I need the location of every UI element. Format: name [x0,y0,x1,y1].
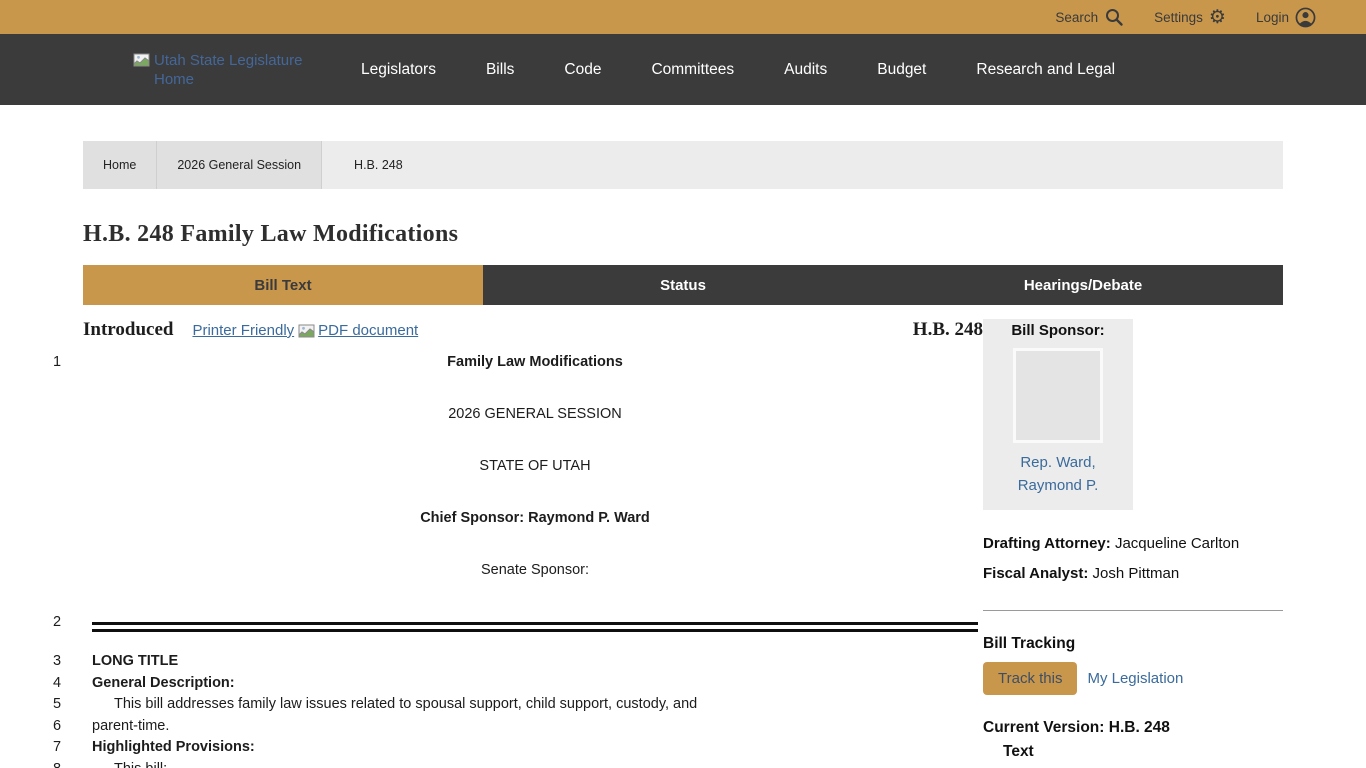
main-nav: Utah State Legislature Home Legislators … [0,34,1366,105]
bill-line-text: parent-time. [92,716,983,738]
version-list-item: Introduced (Currently Displayed) [983,764,1283,768]
bill-line-text: 2026 GENERAL SESSION [92,404,983,425]
breadcrumb: Home 2026 General Session H.B. 248 [83,141,1283,189]
login-button[interactable]: Login [1256,7,1316,28]
bill-line-text: Chief Sponsor: Raymond P. Ward [92,508,983,529]
bill-tabs: Bill Text Status Hearings/Debate [83,265,1283,305]
bill-tracking-controls: Track this My Legislation [983,662,1283,695]
settings-label: Settings [1154,10,1203,25]
bill-document-links: Printer Friendly PDF document [192,322,418,342]
bill-line-text: Family Law Modifications [92,352,983,373]
bill-line: 2026 GENERAL SESSION [40,404,983,425]
drafting-attorney-row: Drafting Attorney: Jacqueline Carlton [983,529,1283,559]
page-title: H.B. 248 Family Law Modifications [83,221,1366,248]
bill-line-text: This bill: [92,759,983,768]
line-number: 5 [40,694,92,716]
current-version-heading: Current Version: H.B. 248 Text [983,716,1283,764]
line-number: 4 [40,673,92,695]
current-version-line1: Current Version: H.B. 248 [983,716,1283,740]
bill-line-text: General Description: [92,673,983,695]
search-label: Search [1055,10,1098,25]
bill-text-header: Introduced Printer Friendly PDF document… [83,319,983,345]
bill-line: STATE OF UTAH [40,456,983,477]
nav-item-code[interactable]: Code [564,61,601,79]
nav-item-legislators[interactable]: Legislators [361,61,436,79]
fiscal-analyst-row: Fiscal Analyst: Josh Pittman [983,559,1283,589]
bill-line: 4 General Description: [40,673,983,695]
line-number: 2 [40,612,92,638]
bill-sponsor-card: Bill Sponsor: Rep. Ward, Raymond P. [983,319,1133,510]
nav-item-audits[interactable]: Audits [784,61,827,79]
login-label: Login [1256,10,1289,25]
nav-item-research-and-legal[interactable]: Research and Legal [976,61,1115,79]
nav-item-committees[interactable]: Committees [651,61,734,79]
pdf-alt-text: PDF document [318,322,418,339]
track-this-button[interactable]: Track this [983,662,1077,695]
line-number [40,456,92,477]
pdf-document-link[interactable]: PDF document [298,322,418,342]
sponsor-photo-placeholder [1013,348,1103,443]
line-number: 6 [40,716,92,738]
broken-image-icon [133,53,150,72]
nav-item-budget[interactable]: Budget [877,61,926,79]
current-version-line2: Text [983,740,1283,764]
bill-line: 7 Highlighted Provisions: [40,737,983,759]
drafting-attorney-label: Drafting Attorney: [983,535,1111,552]
bill-line-separator: 2 [40,612,983,638]
line-number: 7 [40,737,92,759]
fiscal-analyst-name: Josh Pittman [1093,565,1180,582]
bill-version-heading: Introduced [83,319,173,341]
bill-sponsor-label: Bill Sponsor: [983,322,1133,339]
logo-alt-text: Utah State Legislature Home [154,51,305,89]
my-legislation-link[interactable]: My Legislation [1087,670,1183,687]
printer-friendly-link[interactable]: Printer Friendly [192,322,294,339]
bill-line-text: LONG TITLE [92,651,983,673]
double-rule [92,622,978,632]
sponsor-link[interactable]: Rep. Ward, Raymond P. [983,451,1133,497]
breadcrumb-current-bill: H.B. 248 [322,141,423,189]
bill-line: 5 This bill addresses family law issues … [40,694,983,716]
bill-line: Senate Sponsor: [40,560,983,581]
bill-line: 8 This bill: [40,759,983,768]
broken-image-icon [298,324,315,342]
line-number: 3 [40,651,92,673]
breadcrumb-home[interactable]: Home [83,141,157,189]
breadcrumb-session[interactable]: 2026 General Session [157,141,322,189]
tab-status[interactable]: Status [483,265,883,305]
line-number: 1 [40,352,92,373]
user-icon [1295,7,1316,28]
line-number [40,508,92,529]
bill-tracking-heading: Bill Tracking [983,635,1283,653]
nav-items: Legislators Bills Code Committees Audits… [361,61,1115,79]
legislature-home-link[interactable]: Utah State Legislature Home [133,51,305,89]
settings-button[interactable]: Settings ⚙ [1154,8,1226,27]
bill-line-text: This bill addresses family law issues re… [92,694,983,716]
utility-bar: Search Settings ⚙ Login [0,0,1366,34]
line-number [40,560,92,581]
bill-line: 6 parent-time. [40,716,983,738]
bill-number: H.B. 248 [913,319,983,341]
bill-line-text: Senate Sponsor: [92,560,983,581]
bill-sidebar: Bill Sponsor: Rep. Ward, Raymond P. Draf… [983,319,1283,768]
bill-line: 3 LONG TITLE [40,651,983,673]
bill-text-panel: Introduced Printer Friendly PDF document… [40,319,983,768]
search-button[interactable]: Search [1055,7,1124,27]
tab-hearings-debate[interactable]: Hearings/Debate [883,265,1283,305]
sidebar-divider [983,610,1283,611]
fiscal-analyst-label: Fiscal Analyst: [983,565,1088,582]
gear-icon: ⚙ [1209,8,1226,27]
drafting-attorney-name: Jacqueline Carlton [1115,535,1239,552]
line-number: 8 [40,759,92,768]
line-number [40,404,92,425]
bill-line-text: Highlighted Provisions: [92,737,983,759]
bill-line: Chief Sponsor: Raymond P. Ward [40,508,983,529]
search-icon [1104,7,1124,27]
bill-line-rule-container [92,612,983,638]
bill-line-text: STATE OF UTAH [92,456,983,477]
bill-line: 1 Family Law Modifications [40,352,983,373]
nav-item-bills[interactable]: Bills [486,61,514,79]
tab-bill-text[interactable]: Bill Text [83,265,483,305]
bill-staff-info: Drafting Attorney: Jacqueline Carlton Fi… [983,529,1283,589]
